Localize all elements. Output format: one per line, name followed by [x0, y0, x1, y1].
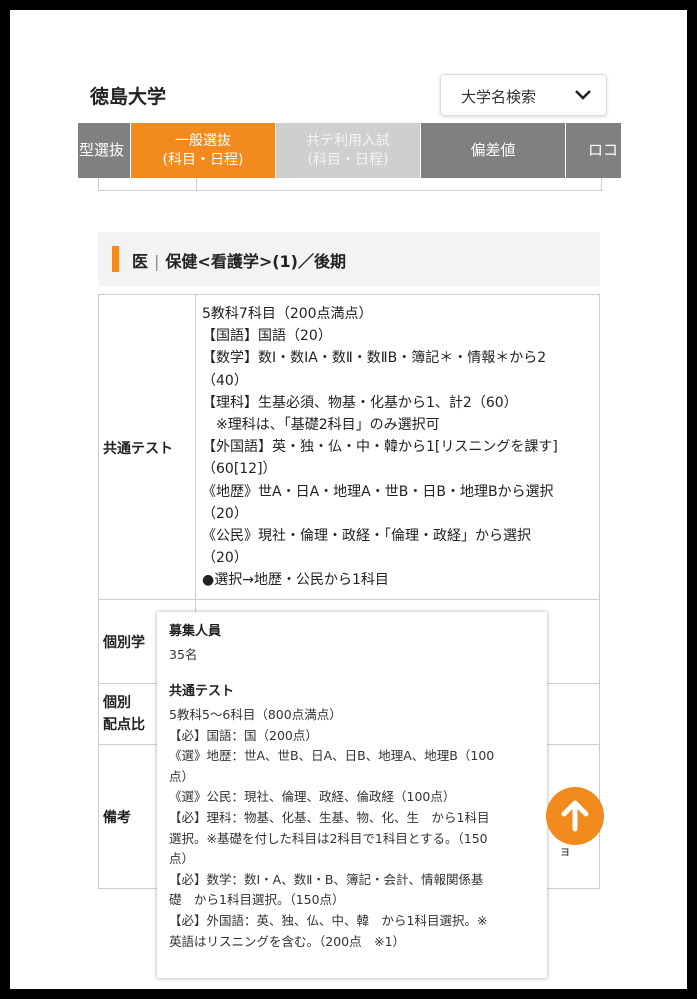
popup-line: 【必】国語：国（200点）	[169, 727, 318, 743]
popup-line: 【必】数学：数Ⅰ・A、数Ⅱ・B、簿記・会計、情報関係基	[169, 871, 484, 887]
popup-line: 5教科5〜6科目（800点満点）	[169, 707, 342, 722]
popup-common-test-details: 5教科5〜6科目（800点満点） 【必】国語：国（200点） 《選》地歴：世A、…	[169, 705, 529, 952]
tab-sublabel: (科目・日程)	[307, 151, 389, 168]
popup-line: 【必】理科：物基、化基、生基、物、化、生 から1科目	[169, 809, 490, 825]
row-header-common-test: 共通テスト	[99, 295, 196, 600]
popup-line: 選択。※基礎を付した科目は2科目で1科目とする。（150	[169, 830, 488, 846]
popup-heading-capacity: 募集人員	[169, 624, 222, 639]
course-name: 保健<看護学>(1)／後期	[165, 252, 346, 271]
detail-line: 《公民》現社・倫理・政経・「倫理・政経」から選択	[202, 528, 531, 545]
detail-line: 【外国語】英・独・仏・中・韓から1[リスニングを課す]	[202, 439, 558, 456]
popup-line: 《選》公民：現社、倫理、政経、倫政経（100点）	[169, 789, 456, 805]
detail-line: 《地歴》世A・日A・地理A・世B・日B・地理Bから選択	[202, 483, 554, 500]
screen: 徳島大学 大学名検索 型選抜 一般選抜 (科目・日程) 共テ利用入試 (科目・日…	[10, 10, 687, 989]
chevron-down-icon	[575, 90, 591, 100]
common-test-details: 5教科7科目（200点満点） 【国語】国語（20） 【数学】数Ⅰ・数ⅠA・数Ⅱ・…	[202, 303, 597, 592]
detail-line: 【理科】生基必須、物基・化基から1、計2（60）	[202, 394, 518, 411]
section-title: 医 | 保健<看護学>(1)／後期	[132, 252, 346, 271]
popup-heading-common-test: 共通テスト	[169, 684, 235, 699]
tab-label: 型選抜	[78, 141, 124, 159]
tab-common-test-admission[interactable]: 共テ利用入試 (科目・日程)	[276, 123, 420, 178]
detail-line: 【数学】数Ⅰ・数ⅠA・数Ⅱ・数ⅡB・簿記＊・情報＊から2	[202, 350, 547, 367]
tab-reviews[interactable]: ロコ	[566, 123, 621, 178]
popup-line: 礎 から1科目選択。（150点）	[169, 892, 345, 908]
tab-bar: 型選抜 一般選抜 (科目・日程) 共テ利用入試 (科目・日程) 偏差値 ロコ	[78, 123, 621, 178]
popup-line: 【必】外国語：英、独、仏、中、韓 から1科目選択。※	[169, 912, 488, 928]
section-heading: 医 | 保健<看護学>(1)／後期	[98, 232, 600, 286]
arrow-up-icon	[561, 800, 589, 832]
popup-line: 点）	[169, 768, 195, 784]
scroll-to-top-button[interactable]	[546, 787, 604, 845]
university-search-button[interactable]: 大学名検索	[440, 74, 607, 116]
detail-line: ●選択→地歴・公民から1科目	[202, 572, 389, 589]
popup-capacity-value: 35名	[169, 647, 198, 662]
tab-label: 共テ利用入試	[306, 132, 390, 149]
tab-general-selection[interactable]: 一般選抜 (科目・日程)	[131, 123, 275, 178]
popup-line: 英語はリスニングを含む。（200点 ※1）	[169, 933, 406, 949]
tab-school-recommendation[interactable]: 型選抜	[78, 123, 130, 178]
tab-label: 偏差値	[470, 141, 516, 159]
university-title: 徳島大学	[90, 86, 167, 108]
popup-line: 点）	[169, 851, 195, 867]
detail-line: （20）	[202, 505, 248, 522]
previous-table-edge	[98, 178, 602, 191]
detail-line: ※理科は、「基礎2科目」のみ選択可	[216, 417, 440, 434]
detail-line: （20）	[202, 550, 248, 567]
tab-label: 一般選抜	[175, 132, 231, 149]
tab-sublabel: (科目・日程)	[162, 151, 244, 168]
detail-line: （40）	[202, 372, 248, 389]
detail-line: （60[12]）	[202, 461, 277, 478]
detail-line: 5教科7科目（200点満点）	[202, 306, 373, 322]
detail-line: 【国語】国語（20）	[202, 328, 332, 345]
tab-deviation-value[interactable]: 偏差値	[421, 123, 565, 178]
department-name: 医	[132, 252, 149, 271]
search-button-label: 大学名検索	[461, 88, 537, 106]
popup-line: 《選》地歴：世A、世B、日A、日B、地理A、地理B（100	[169, 748, 495, 764]
tab-label: ロコ	[588, 141, 619, 159]
heading-accent-bar	[112, 246, 119, 272]
admission-info-popup: 募集人員 35名 共通テスト 5教科5〜6科目（800点満点） 【必】国語：国（…	[157, 612, 547, 978]
